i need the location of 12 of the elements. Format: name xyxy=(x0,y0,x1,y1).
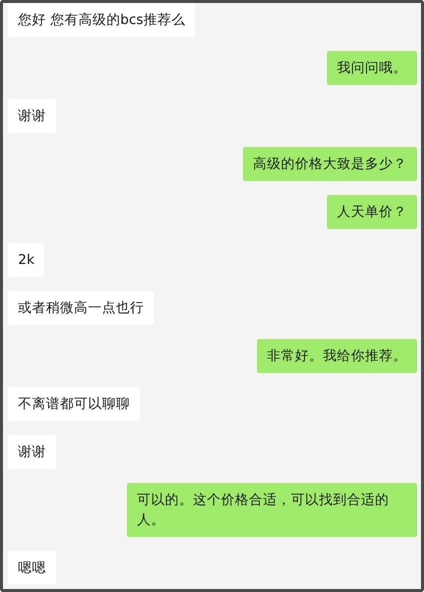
received-message-bubble: 或者稍微高一点也行 xyxy=(8,291,154,325)
received-message-bubble: 嗯嗯 xyxy=(8,551,56,585)
sent-message-bubble: 高级的价格大致是多少？ xyxy=(243,147,417,181)
sent-message-bubble: 我问问哦。 xyxy=(327,51,417,85)
received-message-bubble: 您好 您有高级的bcs推荐么 xyxy=(8,3,196,37)
sent-message-bubble: 可以的。这个价格合适，可以找到合适的人。 xyxy=(127,483,417,537)
sent-message-bubble: 非常好。我给你推荐。 xyxy=(257,339,417,373)
received-message-bubble: 不离谱都可以聊聊 xyxy=(8,387,140,421)
received-message-bubble: 谢谢 xyxy=(8,435,56,469)
received-message-bubble: 2k xyxy=(8,243,44,277)
sent-message-bubble: 人天单价？ xyxy=(327,195,417,229)
received-message-bubble: 谢谢 xyxy=(8,99,56,133)
